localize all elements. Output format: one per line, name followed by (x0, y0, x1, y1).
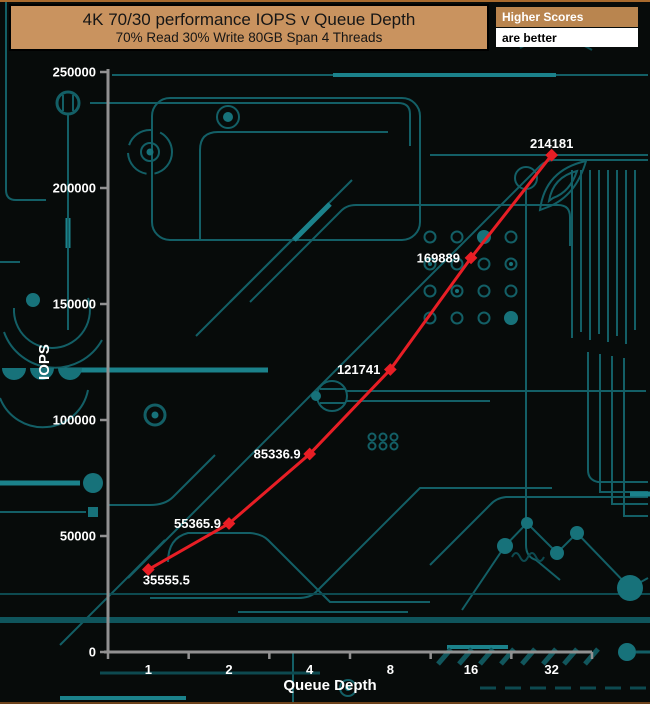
y-tick-label: 100000 (53, 413, 96, 428)
y-tick-label: 0 (89, 645, 96, 660)
note-header: Higher Scores (496, 7, 638, 27)
data-point-label: 85336.9 (254, 447, 301, 462)
data-point-label: 55365.9 (174, 516, 221, 531)
x-tick-label: 1 (145, 662, 152, 677)
chart-title: 4K 70/30 performance IOPS v Queue Depth (82, 9, 416, 29)
note-body: are better (496, 28, 638, 47)
data-point-label: 214181 (530, 136, 573, 151)
iops-line-chart: 0 50000 100000 150000 200000 250000 1 2 4 8 16 32 Qu… (36, 65, 594, 694)
y-tick-label: 50000 (60, 529, 96, 544)
higher-scores-note: Higher Scores are better (496, 7, 638, 47)
x-tick-label: 32 (544, 662, 558, 677)
y-tick-label: 150000 (53, 297, 96, 312)
y-tick-label: 200000 (53, 181, 96, 196)
x-tick-label: 8 (387, 662, 394, 677)
x-axis-title: Queue Depth (283, 677, 376, 694)
x-tick-label: 2 (225, 662, 232, 677)
y-axis-title: IOPS (36, 344, 53, 380)
data-point-label: 35555.5 (143, 573, 190, 588)
x-tick-label: 4 (306, 662, 314, 677)
x-tick-label: 16 (464, 662, 478, 677)
chart-title-panel: 4K 70/30 performance IOPS v Queue Depth … (9, 4, 489, 51)
chart-subtitle: 70% Read 30% Write 80GB Span 4 Threads (115, 29, 383, 45)
y-tick-label: 250000 (53, 65, 96, 80)
top-border-strip (0, 0, 650, 2)
data-point-label: 121741 (337, 362, 380, 377)
data-point-label: 169889 (417, 250, 460, 265)
